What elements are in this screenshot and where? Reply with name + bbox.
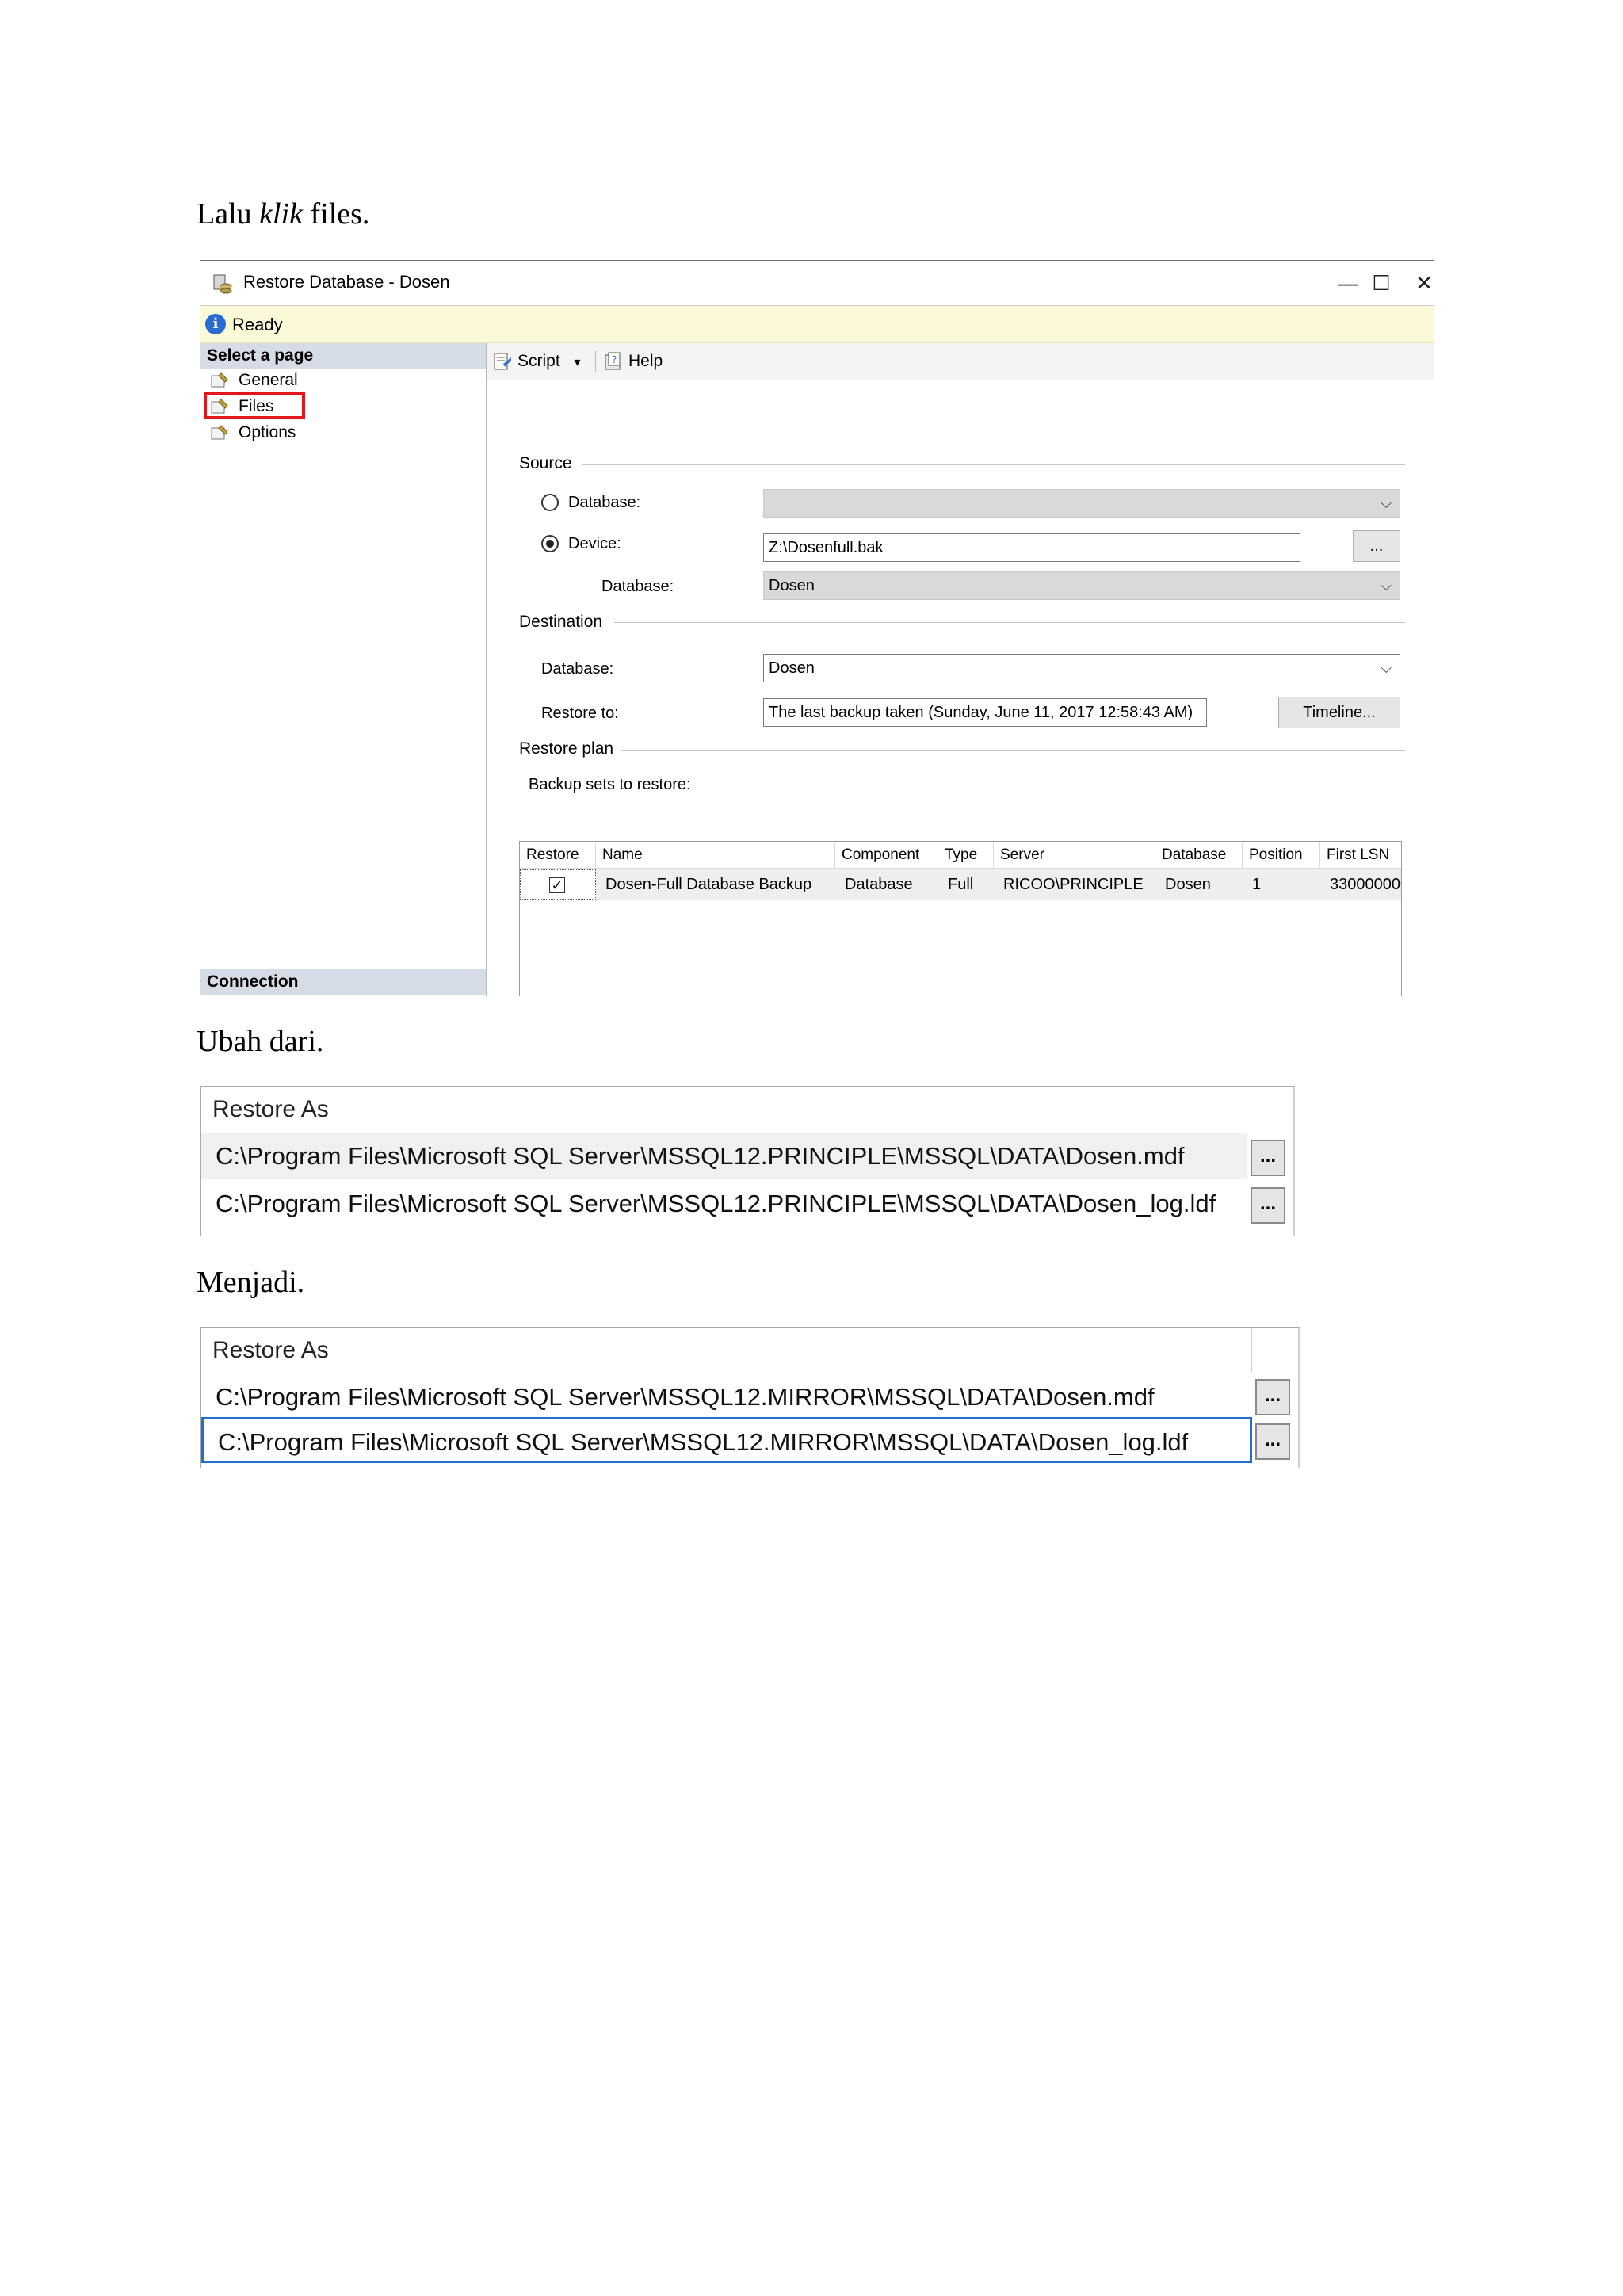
help-icon: ? — [605, 352, 621, 370]
browse-button[interactable]: ... — [1251, 1140, 1285, 1176]
restore-as-grid-after: Restore As C:\Program Files\Microsoft SQ… — [200, 1327, 1300, 1468]
page-general-label: General — [239, 371, 298, 389]
device-browse-button[interactable]: ... — [1353, 530, 1400, 562]
script-button[interactable]: Script ▾ — [492, 350, 581, 372]
destination-database-value: Dosen — [769, 659, 815, 677]
destination-group-label: Destination — [519, 613, 611, 632]
instruction-click-files: Lalu klik files. — [197, 197, 369, 231]
restore-as-row[interactable]: C:\Program Files\Microsoft SQL Server\MS… — [201, 1133, 1247, 1179]
page-options[interactable]: Options — [207, 421, 296, 445]
database-radio[interactable] — [541, 494, 559, 511]
select-page-header: Select a page — [200, 343, 486, 369]
timeline-button[interactable]: Timeline... — [1278, 697, 1400, 728]
server-cell[interactable]: RICOO\PRINCIPLE — [994, 869, 1155, 900]
svg-text:?: ? — [612, 354, 617, 365]
backup-database-select[interactable]: Dosen ⌵ — [763, 571, 1400, 600]
script-icon — [494, 353, 511, 370]
restore-database-dialog: Restore Database - Dosen — ☐ ✕ i Ready S… — [200, 260, 1434, 996]
source-group-label: Source — [519, 454, 580, 473]
restore-to-label: Restore to: — [541, 705, 619, 722]
database-cell[interactable]: Dosen — [1155, 869, 1243, 900]
device-radio[interactable] — [541, 535, 559, 552]
backup-database-value: Dosen — [769, 577, 815, 594]
instruction-italic-word: klik — [259, 197, 303, 231]
chevron-down-icon: ⌵ — [1381, 495, 1392, 511]
device-label: Device: — [568, 535, 621, 552]
column-header[interactable]: First LSN — [1320, 842, 1401, 869]
column-header[interactable]: Server — [994, 842, 1155, 869]
instruction-become: Menjadi. — [197, 1266, 305, 1299]
restore-as-header: Restore As — [201, 1328, 1252, 1373]
source-divider — [582, 464, 1405, 465]
page-selector-pane: Select a page General Files Options Conn… — [200, 343, 487, 996]
browse-button[interactable]: ... — [1255, 1423, 1290, 1460]
browse-button[interactable]: ... — [1255, 1379, 1290, 1415]
device-path-field[interactable]: Z:\Dosenfull.bak — [763, 533, 1300, 562]
backup-sets-label: Backup sets to restore: — [529, 776, 691, 793]
help-label: Help — [628, 352, 663, 370]
backup-database-label: Database: — [601, 578, 674, 595]
status-text: Ready — [232, 315, 283, 334]
page-general[interactable]: General — [207, 369, 298, 392]
restore-as-row[interactable]: C:\Program Files\Microsoft SQL Server\MS… — [201, 1181, 1247, 1227]
backup-sets-grid: Restore Name Component Type Server Datab… — [519, 841, 1402, 996]
first-lsn-cell[interactable]: 330000000 — [1320, 869, 1401, 900]
page-options-label: Options — [239, 423, 296, 441]
column-header[interactable]: Restore — [520, 842, 596, 869]
chevron-down-icon: ⌵ — [1381, 660, 1392, 676]
restore-as-edit-field[interactable]: C:\Program Files\Microsoft SQL Server\MS… — [201, 1417, 1252, 1463]
column-header[interactable]: Name — [596, 842, 835, 869]
restore-checkbox-cell[interactable]: ✓ — [520, 869, 596, 900]
title-bar: Restore Database - Dosen — ☐ ✕ — [200, 261, 1434, 306]
close-button[interactable]: ✕ — [1400, 266, 1434, 300]
info-icon: i — [205, 314, 226, 334]
column-header[interactable]: Position — [1243, 842, 1320, 869]
instruction-suffix: files. — [303, 197, 370, 231]
source-database-label: Database: — [568, 494, 641, 511]
script-label: Script — [517, 352, 560, 370]
status-bar: i Ready — [200, 306, 1434, 343]
help-button[interactable]: ? Help — [603, 350, 663, 372]
instruction-change-from: Ubah dari. — [197, 1025, 324, 1058]
column-header[interactable]: Database — [1155, 842, 1243, 869]
type-cell[interactable]: Full — [938, 869, 994, 900]
restore-general-page: Script ▾ ? Help Source Database: ⌵ Devic… — [487, 343, 1434, 996]
destination-divider — [614, 622, 1405, 623]
restore-as-grid-before: Restore As C:\Program Files\Microsoft SQ… — [200, 1086, 1295, 1236]
toolbar-separator — [595, 351, 596, 372]
instruction-prefix: Lalu — [197, 197, 260, 231]
window-title: Restore Database - Dosen — [243, 272, 450, 292]
position-cell[interactable]: 1 — [1243, 869, 1320, 900]
restore-as-row[interactable]: C:\Program Files\Microsoft SQL Server\MS… — [201, 1374, 1252, 1420]
restore-as-header: Restore As — [201, 1087, 1247, 1132]
page-wrench-icon — [211, 372, 228, 388]
destination-database-select[interactable]: Dosen ⌵ — [763, 654, 1400, 682]
column-header[interactable]: Type — [938, 842, 994, 869]
restore-plan-divider — [617, 750, 1405, 751]
backup-name-cell[interactable]: Dosen-Full Database Backup — [596, 869, 835, 900]
component-cell[interactable]: Database — [835, 869, 938, 900]
maximize-button[interactable]: ☐ — [1358, 266, 1405, 300]
restore-database-icon — [213, 274, 232, 294]
page-wrench-icon — [211, 425, 228, 440]
restore-checkbox[interactable]: ✓ — [549, 877, 565, 893]
connection-header: Connection — [200, 969, 486, 995]
files-highlight-box — [204, 392, 305, 419]
restore-plan-group-label: Restore plan — [519, 739, 622, 758]
destination-database-label: Database: — [541, 660, 614, 678]
toolbar: Script ▾ ? Help — [487, 343, 1434, 380]
source-database-select: ⌵ — [763, 489, 1400, 518]
script-dropdown-icon[interactable]: ▾ — [575, 356, 581, 369]
browse-button[interactable]: ... — [1251, 1187, 1285, 1224]
chevron-down-icon: ⌵ — [1381, 578, 1392, 594]
column-header[interactable]: Component — [835, 842, 938, 869]
restore-to-field[interactable]: The last backup taken (Sunday, June 11, … — [763, 698, 1207, 727]
